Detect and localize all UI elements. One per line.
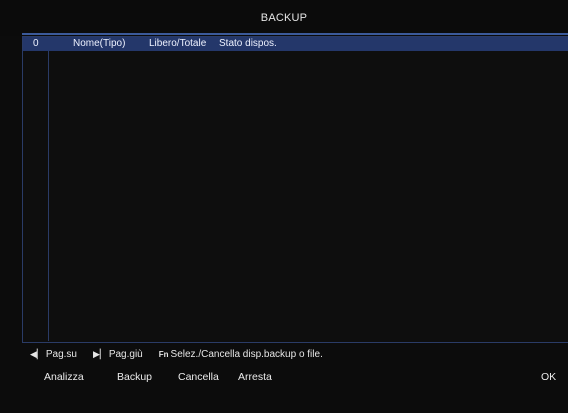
fn-key-icon: Fn (158, 349, 169, 359)
hint-label: Pag.su (45, 348, 77, 360)
hint-label: Pag.giù (108, 348, 143, 360)
hint-page-up: ◀▏ Pag.su (30, 349, 77, 360)
column-header-index[interactable]: 0 (33, 38, 39, 49)
hint-select-delete: Fn Selez./Cancella disp.backup o file. (159, 349, 323, 360)
delete-button[interactable]: Cancella (178, 371, 219, 383)
ok-button[interactable]: OK (541, 371, 556, 383)
next-page-icon: ▶▏ (92, 348, 107, 359)
column-header-free-total[interactable]: Libero/Totale (149, 38, 206, 49)
stop-button[interactable]: Arresta (238, 371, 272, 383)
title-divider (22, 33, 568, 35)
hint-label: Selez./Cancella disp.backup o file. (170, 348, 323, 360)
panel-bottom-divider (22, 342, 568, 343)
column-header-name[interactable]: Nome(Tipo) (73, 38, 125, 49)
column-header-device-status[interactable]: Stato dispos. (219, 38, 277, 49)
analyze-button[interactable]: Analizza (44, 371, 84, 383)
hint-bar: ◀▏ Pag.su ▶▏ Pag.giù Fn Selez./Cancella … (30, 347, 339, 361)
hint-page-down: ▶▏ Pag.giù (93, 349, 143, 360)
table-header: 0 Nome(Tipo) Libero/Totale Stato dispos. (23, 37, 568, 51)
action-bar: Analizza Backup Cancella Arresta OK (0, 367, 568, 389)
backup-button[interactable]: Backup (117, 371, 152, 383)
window-title: BACKUP (260, 12, 308, 24)
column-divider (48, 51, 49, 341)
device-list-panel: 0 Nome(Tipo) Libero/Totale Stato dispos. (22, 36, 568, 342)
prev-page-icon: ◀▏ (30, 348, 44, 359)
window-title-bar: BACKUP (0, 0, 568, 36)
